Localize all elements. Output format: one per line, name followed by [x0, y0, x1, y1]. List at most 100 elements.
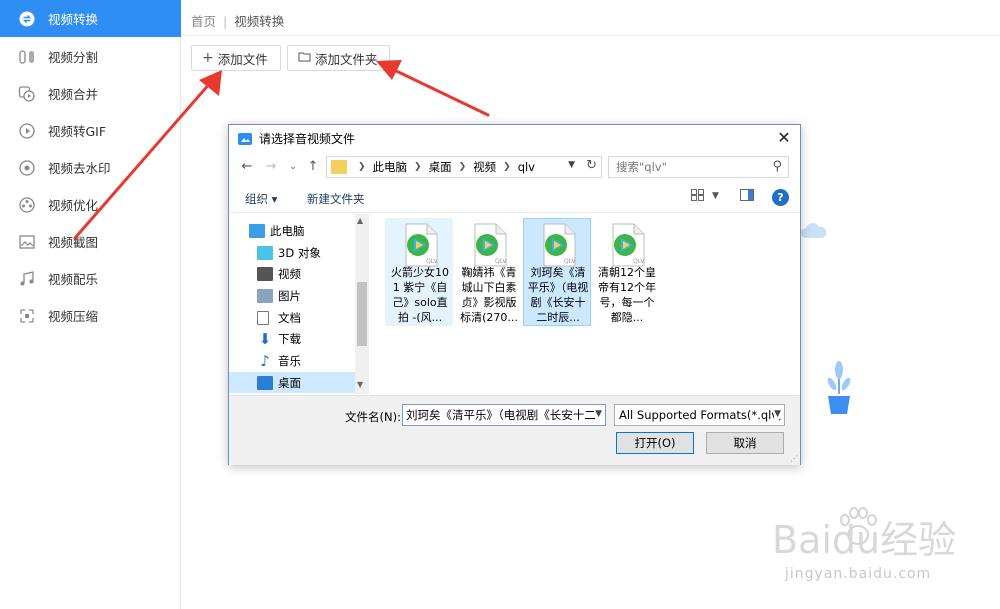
- desktop-folder-icon: [257, 375, 273, 390]
- chevron-down-icon[interactable]: ▼: [568, 160, 575, 170]
- plant-icon: [827, 361, 851, 414]
- sidebar-item-video-merge[interactable]: 视频合并: [0, 75, 181, 112]
- videos-folder-icon: [257, 266, 273, 281]
- tree-scrollbar[interactable]: ▲ ▼: [355, 214, 369, 394]
- file-badge: QLV: [564, 258, 576, 265]
- scroll-down-icon[interactable]: ▼: [357, 380, 363, 389]
- file-open-dialog: 请选择音视频文件 ✕ ← → ⌄ ↑ ❯ 此电脑 ❯ 桌面 ❯ 视频 ❯ qlv…: [228, 124, 801, 465]
- chevron-down-icon[interactable]: ▼: [774, 409, 781, 419]
- sidebar-item-video-optimize[interactable]: 视频优化: [0, 186, 181, 223]
- address-bar[interactable]: ❯ 此电脑 ❯ 桌面 ❯ 视频 ❯ qlv ▼ ↻: [326, 156, 602, 178]
- path-segment[interactable]: qlv: [518, 160, 535, 174]
- qlv-file-icon: QLV: [543, 223, 576, 267]
- search-placeholder: 搜索"qlv": [616, 160, 667, 174]
- sidebar-item-remove-watermark[interactable]: 视频去水印: [0, 149, 181, 186]
- dialog-toolbar: 组织 ▾ 新建文件夹 ▼ ?: [229, 183, 800, 213]
- sidebar-item-video-convert[interactable]: 视频转换: [0, 0, 181, 37]
- watermark-url: jingyan.baidu.com: [785, 566, 932, 582]
- chevron-down-icon[interactable]: ▼: [595, 409, 602, 419]
- add-folder-button[interactable]: 添加文件夹: [287, 45, 390, 71]
- address-row: ← → ⌄ ↑ ❯ 此电脑 ❯ 桌面 ❯ 视频 ❯ qlv ▼ ↻ 搜索"qlv…: [229, 153, 800, 181]
- resize-grip-icon[interactable]: ⋰: [790, 454, 798, 463]
- sidebar-item-label: 视频转GIF: [48, 124, 107, 139]
- sidebar-item-label: 视频分割: [48, 50, 99, 65]
- path-segment[interactable]: 桌面: [429, 159, 452, 175]
- tree-item-downloads[interactable]: ⬇ 下载: [229, 328, 355, 349]
- scroll-up-icon[interactable]: ▲: [357, 216, 363, 225]
- folder-icon: [331, 160, 347, 174]
- close-icon[interactable]: ✕: [774, 128, 794, 148]
- add-file-label: 添加文件: [217, 51, 268, 67]
- gif-icon: [18, 122, 36, 140]
- watermark-icon: [18, 159, 36, 177]
- file-type-select[interactable]: All Supported Formats(*.qlv; ▼: [614, 404, 785, 426]
- screenshot-icon: [18, 233, 36, 251]
- sidebar-item-video-compress[interactable]: 视频压缩: [0, 297, 181, 334]
- file-item[interactable]: QLV 鞠婧祎《青城山下白素贞》影视版标清(270...: [454, 218, 522, 326]
- sidebar-item-label: 视频合并: [48, 87, 99, 102]
- open-button[interactable]: 打开(O): [616, 432, 694, 454]
- help-icon[interactable]: ?: [772, 189, 789, 206]
- new-folder-button[interactable]: 新建文件夹: [307, 191, 365, 207]
- path-segment[interactable]: 此电脑: [373, 159, 408, 175]
- tree-item-label: 音乐: [278, 353, 301, 368]
- split-icon: [18, 48, 36, 66]
- tree-item-desktop[interactable]: 桌面: [229, 372, 355, 393]
- view-mode-icon[interactable]: [691, 189, 705, 207]
- qlv-file-icon: QLV: [474, 223, 507, 267]
- file-item[interactable]: QLV 火箭少女101 紫宁《自己》solo直拍 -(风...: [385, 218, 453, 326]
- sidebar-item-label: 视频去水印: [48, 161, 111, 176]
- tree-item-videos[interactable]: 视频: [229, 263, 355, 284]
- sidebar-item-video-music[interactable]: 视频配乐: [0, 260, 181, 297]
- path-separator-icon: ❯: [458, 162, 467, 172]
- cancel-button[interactable]: 取消: [706, 432, 784, 454]
- refresh-icon[interactable]: ↻: [586, 158, 597, 173]
- navigation-tree: 此电脑 3D 对象 视频 图片 文档 ⬇ 下载 ♪ 音乐 桌面: [229, 214, 370, 394]
- scrollbar-thumb[interactable]: [357, 282, 367, 346]
- search-input[interactable]: 搜索"qlv" ⚲: [608, 156, 789, 178]
- documents-folder-icon: [257, 310, 269, 325]
- computer-icon: [249, 223, 265, 238]
- dialog-title-bar[interactable]: 请选择音视频文件: [229, 125, 800, 152]
- tree-item-documents[interactable]: 文档: [229, 307, 355, 328]
- path-segment[interactable]: 视频: [473, 159, 496, 175]
- convert-icon: [18, 10, 36, 28]
- breadcrumb: 首页 | 视频转换: [191, 11, 284, 30]
- preview-pane-icon[interactable]: [740, 189, 754, 207]
- sidebar-item-video-to-gif[interactable]: 视频转GIF: [0, 112, 181, 149]
- file-list: QLV 火箭少女101 紫宁《自己》solo直拍 -(风... QLV 鞠婧祎《…: [370, 214, 800, 394]
- annotation-arrow: [376, 60, 490, 117]
- chevron-down-icon[interactable]: ▼: [712, 191, 719, 209]
- sidebar-item-video-screenshot[interactable]: 视频截图: [0, 223, 181, 260]
- add-file-button[interactable]: + 添加文件: [191, 45, 281, 71]
- tree-item-3d-objects[interactable]: 3D 对象: [229, 242, 355, 263]
- file-name: 清朝12个皇帝有12个年号，每一个都隐...: [598, 266, 656, 324]
- back-icon[interactable]: ←: [237, 157, 257, 177]
- 3d-objects-icon: [257, 245, 273, 260]
- downloads-folder-icon: ⬇: [258, 329, 272, 348]
- tree-item-label: 文档: [278, 310, 301, 325]
- path-separator-icon: ❯: [414, 162, 422, 172]
- file-badge: QLV: [495, 258, 507, 265]
- recent-dropdown-icon[interactable]: ⌄: [283, 157, 303, 177]
- plus-icon: +: [202, 50, 214, 66]
- tree-item-label: 视频: [278, 266, 301, 281]
- tree-item-pictures[interactable]: 图片: [229, 285, 355, 306]
- forward-icon[interactable]: →: [261, 157, 281, 177]
- up-icon[interactable]: ↑: [303, 157, 323, 177]
- dialog-footer: 文件名(N): 刘珂矣《清平乐》（电视剧《长安十二 ▼ All Supporte…: [229, 395, 800, 465]
- qlv-file-icon: QLV: [405, 223, 438, 267]
- app-window: 视频转换 视频分割 视频合并 视频转GIF 视频去水印 视频优化 视频截图 视频…: [0, 0, 1000, 609]
- tree-item-music[interactable]: ♪ 音乐: [229, 350, 355, 371]
- sidebar-item-video-split[interactable]: 视频分割: [0, 38, 181, 75]
- breadcrumb-home[interactable]: 首页: [191, 14, 216, 29]
- sidebar-item-label: 视频截图: [48, 235, 99, 250]
- file-name: 刘珂矣《清平乐》（电视剧《长安十二时辰...: [527, 266, 589, 324]
- filename-input[interactable]: 刘珂矣《清平乐》（电视剧《长安十二 ▼: [402, 404, 606, 426]
- file-item[interactable]: QLV 清朝12个皇帝有12个年号，每一个都隐...: [592, 218, 660, 326]
- header-divider: [182, 35, 1000, 36]
- organize-menu[interactable]: 组织 ▾: [245, 191, 277, 207]
- file-item[interactable]: QLV 刘珂矣《清平乐》（电视剧《长安十二时辰...: [523, 218, 591, 326]
- tree-item-this-pc[interactable]: 此电脑: [229, 220, 355, 241]
- add-folder-label: 添加文件夹: [315, 51, 378, 67]
